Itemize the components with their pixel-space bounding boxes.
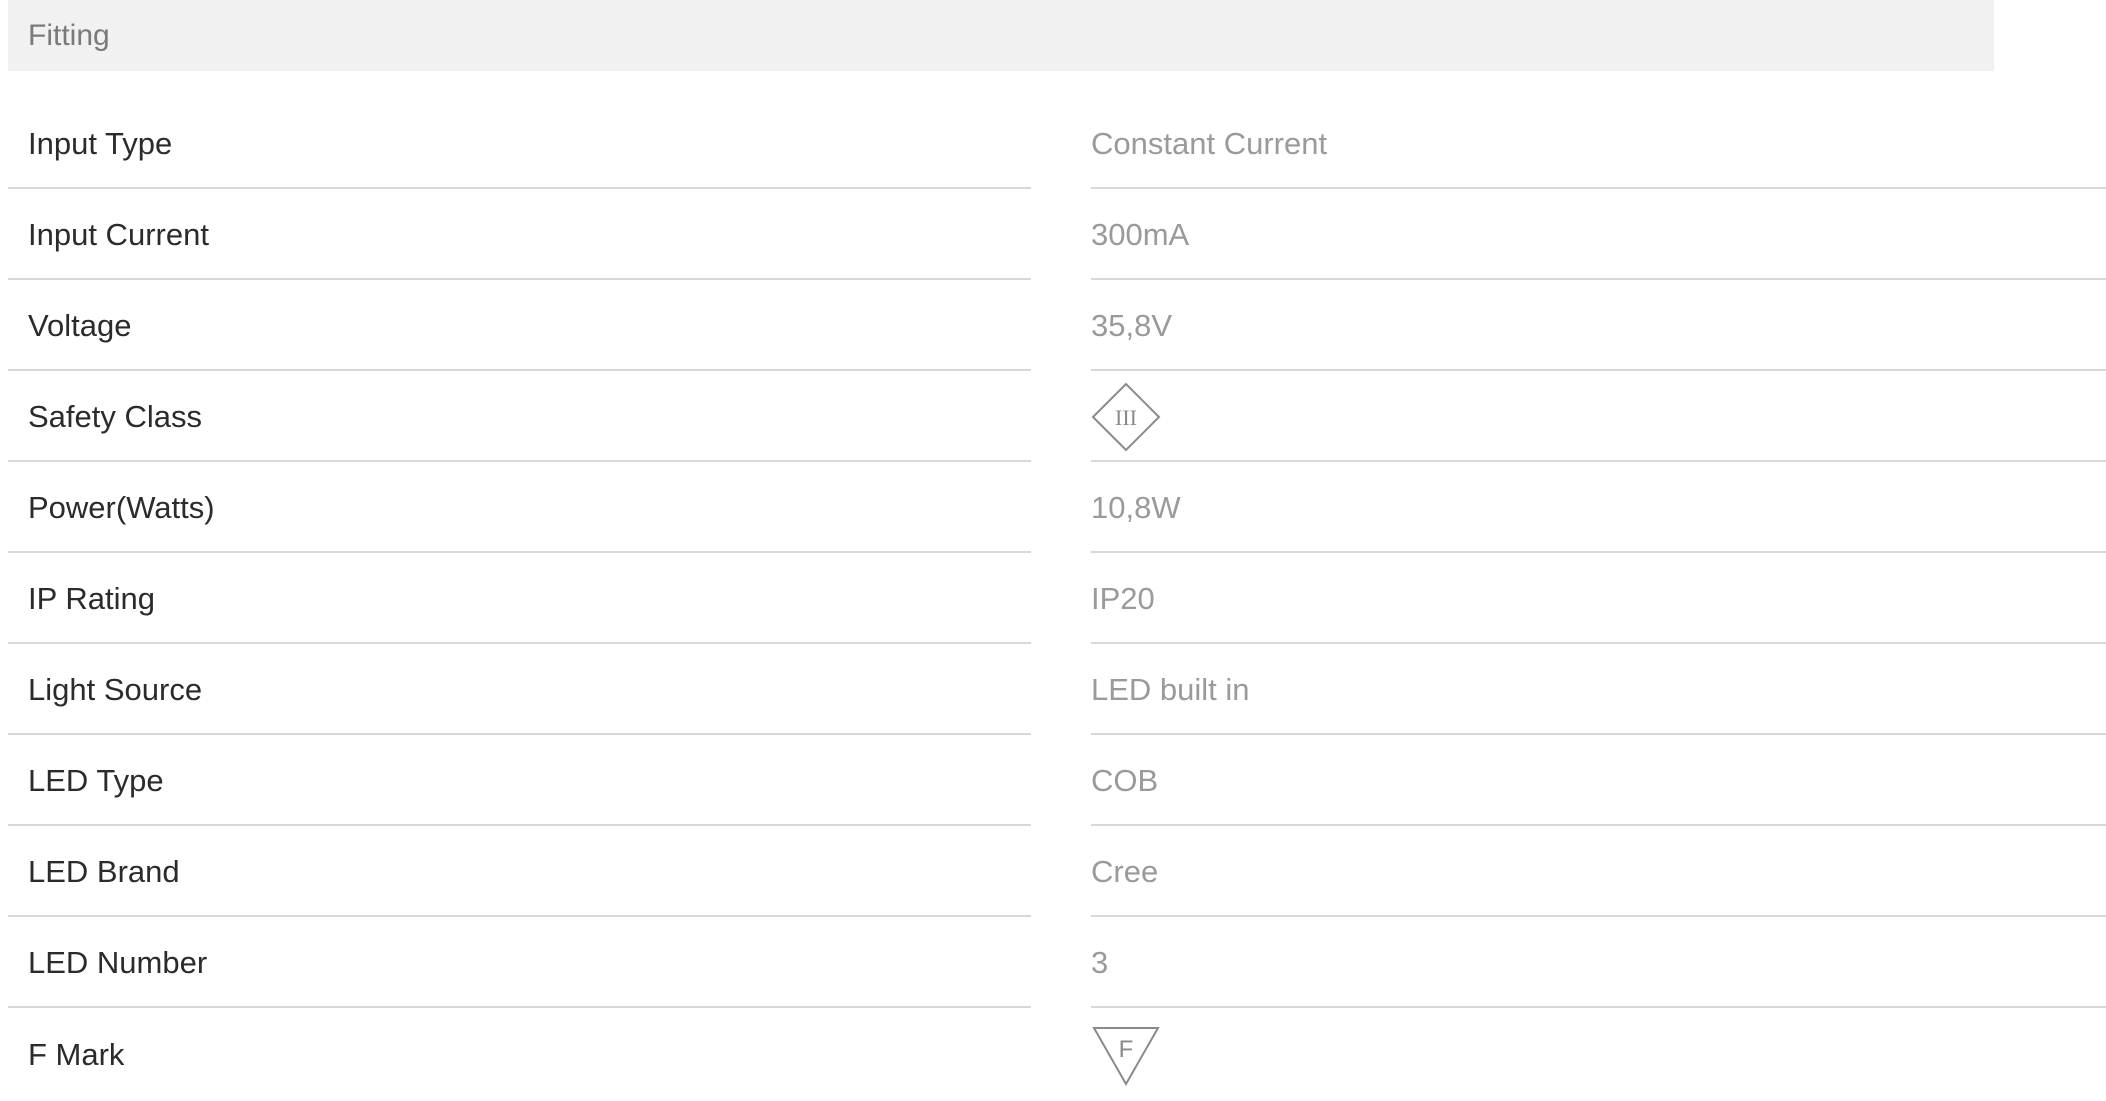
spec-row-input-current: Input Current 300mA [0,191,2106,282]
spec-label: Voltage [8,282,1031,371]
spec-label: Power(Watts) [8,464,1031,553]
spec-table: Input Type Constant Current Input Curren… [0,100,2106,1101]
spec-row-led-type: LED Type COB [0,737,2106,828]
spec-label: F Mark [28,1036,125,1072]
spec-row-led-brand: LED Brand Cree [0,828,2106,919]
spec-value-icon: III [1091,373,2106,462]
spec-row-voltage: Voltage 35,8V [0,282,2106,373]
f-mark-icon: F [1091,1020,1161,1090]
spec-row-f-mark: F Mark F [0,1010,2106,1101]
spec-label: Input Current [8,191,1031,280]
spec-label: IP Rating [8,555,1031,644]
spec-value: 35,8V [1091,282,2106,371]
spec-row-led-number: LED Number 3 [0,919,2106,1010]
spec-row-power: Power(Watts) 10,8W [0,464,2106,555]
spec-value: 10,8W [1091,464,2106,553]
section-title: Fitting [28,18,110,52]
spec-value-icon: F [1091,1010,2106,1099]
spec-label: Safety Class [8,373,1031,462]
spec-row-light-source: Light Source LED built in [0,646,2106,737]
spec-value: 300mA [1091,191,2106,280]
spec-value: 3 [1091,919,2106,1008]
spec-value: LED built in [1091,646,2106,735]
spec-row-ip-rating: IP Rating IP20 [0,555,2106,646]
spec-value: Cree [1091,828,2106,917]
spec-label: Input Type [8,100,1031,189]
section-header-fitting[interactable]: Fitting [8,0,1994,71]
spec-label: LED Number [8,919,1031,1008]
svg-text:III: III [1115,405,1137,430]
spec-value: Constant Current [1091,100,2106,189]
spec-label: LED Type [8,737,1031,826]
spec-value: COB [1091,737,2106,826]
spec-value: IP20 [1091,555,2106,644]
svg-text:F: F [1119,1036,1134,1063]
safety-class-iii-icon: III [1091,382,1161,452]
spec-row-input-type: Input Type Constant Current [0,100,2106,191]
spec-row-safety-class: Safety Class III [0,373,2106,464]
spec-label: LED Brand [8,828,1031,917]
spec-label: Light Source [8,646,1031,735]
